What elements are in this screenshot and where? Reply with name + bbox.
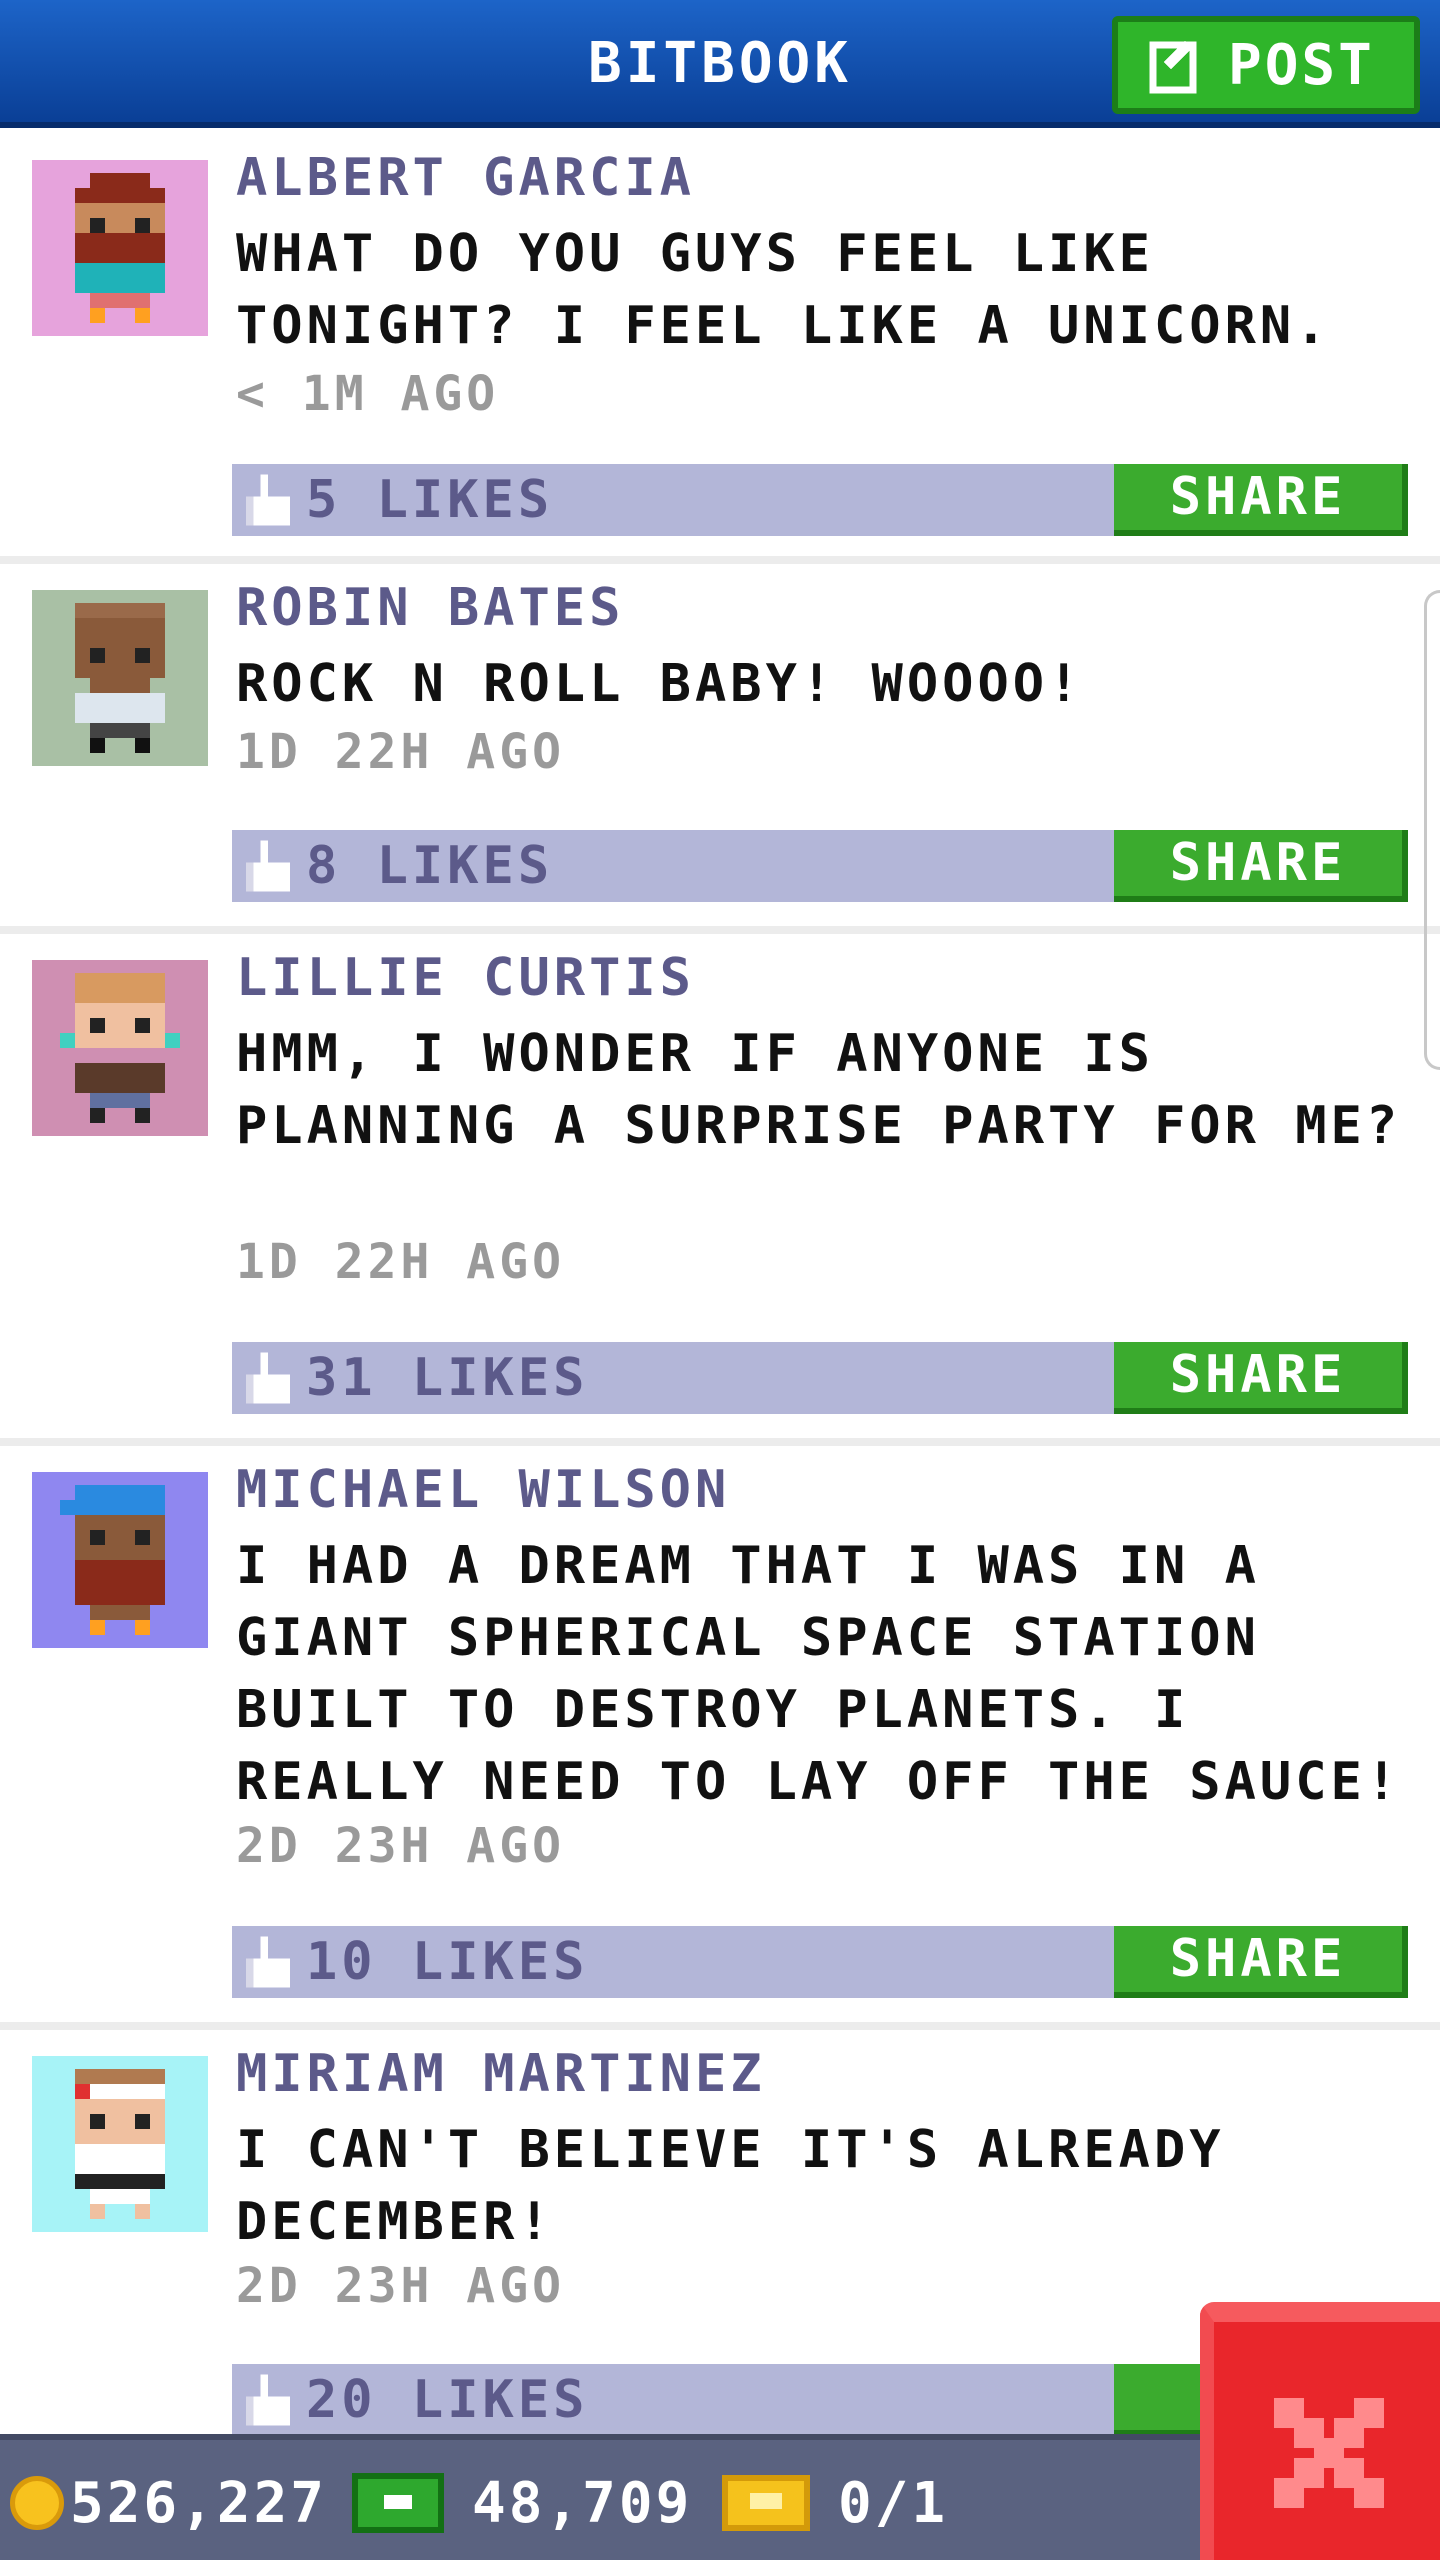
post-author[interactable]: MICHAEL WILSON: [236, 1460, 730, 1520]
share-button[interactable]: SHARE: [1114, 1342, 1408, 1414]
coins-value: 526,227: [70, 2470, 328, 2536]
post-button-label: POST: [1228, 32, 1375, 98]
tickets-value: 0/1: [838, 2470, 949, 2536]
likes-bar: 31 LIKES SHARE: [232, 1342, 1408, 1414]
post-button[interactable]: POST: [1112, 16, 1420, 114]
avatar[interactable]: [32, 160, 208, 336]
thumbs-up-icon[interactable]: [246, 1352, 290, 1404]
post-timestamp: 1D 22H AGO: [236, 1234, 565, 1290]
share-button[interactable]: SHARE: [1114, 464, 1408, 536]
avatar[interactable]: [32, 590, 208, 766]
avatar[interactable]: [32, 2056, 208, 2232]
scrollbar[interactable]: [1424, 590, 1440, 1070]
share-button[interactable]: SHARE: [1114, 1926, 1408, 1998]
avatar[interactable]: [32, 960, 208, 1136]
post-author[interactable]: ROBIN BATES: [236, 578, 624, 638]
share-button[interactable]: SHARE: [1114, 830, 1408, 902]
thumbs-up-icon[interactable]: [246, 474, 290, 526]
post-message: HMM, I WONDER IF ANYONE IS PLANNING A SU…: [236, 1024, 1402, 1156]
post-timestamp: 1D 22H AGO: [236, 724, 565, 780]
post-timestamp: 2D 23H AGO: [236, 1818, 565, 1874]
post-message: I HAD A DREAM THAT I WAS IN A GIANT SPHE…: [236, 1536, 1402, 1812]
likes-bar: 5 LIKES SHARE: [232, 464, 1408, 536]
post-item: ROBIN BATES ROCK N ROLL BABY! WOOOO! 1D …: [0, 564, 1440, 934]
ticket-icon: [722, 2475, 810, 2531]
likes-count: 31 LIKES: [306, 1348, 589, 1408]
thumbs-up-icon[interactable]: [246, 2374, 290, 2426]
post-item: LILLIE CURTIS HMM, I WONDER IF ANYONE IS…: [0, 934, 1440, 1446]
post-message: WHAT DO YOU GUYS FEEL LIKE TONIGHT? I FE…: [236, 224, 1331, 356]
post-message: ROCK N ROLL BABY! WOOOO!: [236, 654, 1084, 714]
cash-icon: [352, 2473, 444, 2533]
coins-stat: 526,227: [10, 2440, 327, 2560]
feed[interactable]: ALBERT GARCIA WHAT DO YOU GUYS FEEL LIKE…: [0, 134, 1440, 2434]
post-author[interactable]: ALBERT GARCIA: [236, 148, 695, 208]
likes-bar: 10 LIKES SHARE: [232, 1926, 1408, 1998]
likes-count: 10 LIKES: [306, 1932, 589, 1992]
cash-value: 48,709: [472, 2470, 693, 2536]
post-author[interactable]: LILLIE CURTIS: [236, 948, 695, 1008]
thumbs-up-icon[interactable]: [246, 840, 290, 892]
coin-icon: [10, 2476, 64, 2530]
likes-count: 8 LIKES: [306, 836, 554, 896]
post-author[interactable]: MIRIAM MARTINEZ: [236, 2044, 766, 2104]
app-header: BITBOOK POST: [0, 0, 1440, 128]
likes-count: 5 LIKES: [306, 470, 554, 530]
thumbs-up-icon[interactable]: [246, 1936, 290, 1988]
likes-bar: 8 LIKES SHARE: [232, 830, 1408, 902]
tickets-stat[interactable]: 0/1: [722, 2440, 948, 2560]
close-button[interactable]: [1200, 2302, 1440, 2560]
post-timestamp: < 1M AGO: [236, 366, 500, 422]
likes-count: 20 LIKES: [306, 2370, 589, 2430]
post-timestamp: 2D 23H AGO: [236, 2258, 565, 2314]
avatar[interactable]: [32, 1472, 208, 1648]
post-message: I CAN'T BELIEVE IT'S ALREADY DECEMBER!: [236, 2120, 1225, 2252]
close-icon: [1274, 2398, 1384, 2508]
post-item: ALBERT GARCIA WHAT DO YOU GUYS FEEL LIKE…: [0, 134, 1440, 564]
post-item: MICHAEL WILSON I HAD A DREAM THAT I WAS …: [0, 1446, 1440, 2030]
cash-stat[interactable]: 48,709: [352, 2440, 692, 2560]
compose-icon: [1148, 35, 1208, 95]
